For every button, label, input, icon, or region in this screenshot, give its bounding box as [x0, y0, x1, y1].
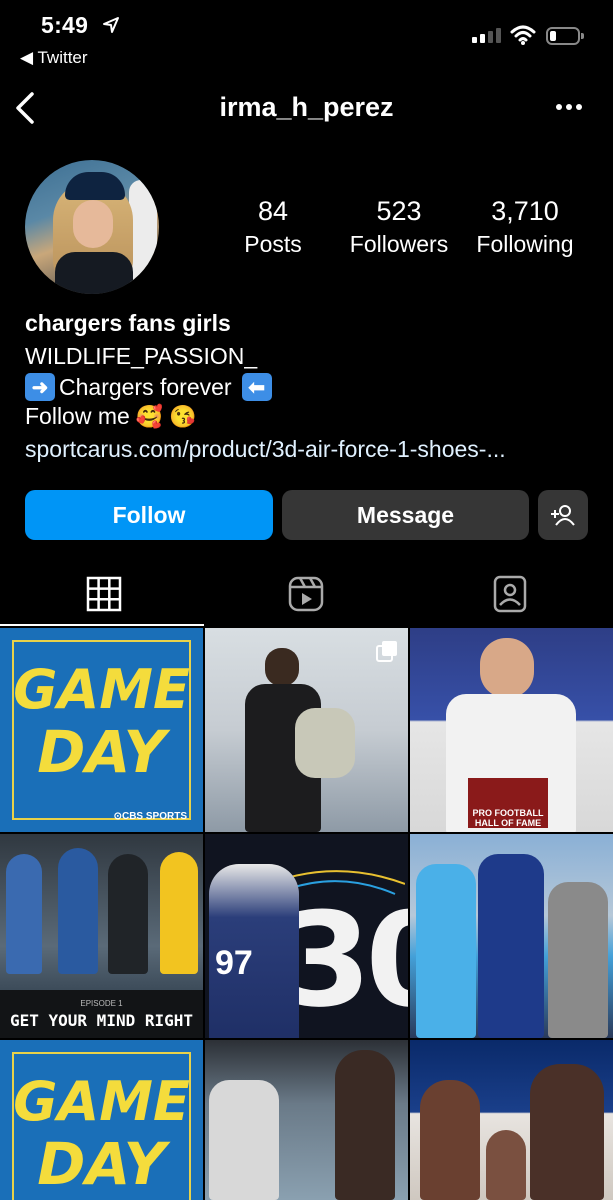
- left-arrow-emoji-icon: ⬅: [241, 373, 272, 401]
- tab-reels-icon[interactable]: [286, 574, 326, 614]
- tab-tagged-icon[interactable]: [490, 574, 530, 614]
- bio-line-2-text: Chargers forever: [59, 373, 232, 400]
- status-time: 5:49: [41, 12, 89, 38]
- game-text-2: GAME: [13, 1070, 190, 1133]
- grid-post-game-day[interactable]: GAME DAY ⊙CBS SPORTS: [0, 628, 203, 832]
- back-to-twitter[interactable]: ◀ Twitter: [20, 48, 88, 68]
- grid-post-get-your-mind-right[interactable]: EPISODE 1 GET YOUR MIND RIGHT: [0, 834, 203, 1038]
- location-arrow-icon: [103, 17, 119, 33]
- jersey-97-text: 97: [215, 944, 253, 982]
- grid-post-autographs[interactable]: [205, 1040, 408, 1200]
- add-person-icon: [551, 505, 575, 526]
- bio-line-1: WILDLIFE_PASSION_: [25, 343, 258, 369]
- bio-line-3: Follow me 🥰 😘: [25, 403, 197, 430]
- emoji-faces-icon: 🥰 😘: [135, 403, 197, 429]
- suggested-people-button[interactable]: [538, 490, 588, 540]
- following-count: 3,710: [491, 196, 559, 226]
- day-text-2: DAY: [37, 1130, 166, 1198]
- posts-label: Posts: [244, 231, 302, 257]
- profile-avatar[interactable]: [25, 160, 159, 294]
- grid-post-fans-mascot[interactable]: [410, 834, 613, 1038]
- hall-of-fame-logo: PRO FOOTBALL HALL OF FAME: [468, 778, 548, 828]
- battery-icon: [546, 27, 584, 45]
- follow-button[interactable]: Follow: [25, 490, 273, 540]
- right-arrow-emoji-icon: ➜: [25, 373, 55, 401]
- bio-line-3-text: Follow me: [25, 403, 130, 429]
- followers-label: Followers: [349, 231, 449, 257]
- grid-post-game-day-2[interactable]: GAME DAY: [0, 1040, 203, 1200]
- wifi-icon: [510, 25, 536, 45]
- posts-grid: GAME DAY ⊙CBS SPORTS PRO FOOTBALL HALL O…: [0, 628, 613, 1200]
- game-text: GAME: [13, 658, 190, 721]
- more-options-icon[interactable]: [556, 104, 582, 110]
- grid-post-player-walking[interactable]: [205, 628, 408, 832]
- grid-post-family[interactable]: [410, 1040, 613, 1200]
- following-label: Following: [476, 231, 574, 257]
- active-tab-indicator: [0, 624, 204, 626]
- bio-website-link[interactable]: sportcarus.com/product/3d-air-force-1-sh…: [25, 436, 506, 463]
- followers-count: 523: [376, 196, 422, 226]
- profile-username: irma_h_perez: [219, 92, 394, 122]
- message-button[interactable]: Message: [282, 490, 529, 540]
- stat-following[interactable]: 3,710 Following: [468, 196, 582, 258]
- posts-count: 84: [257, 196, 289, 226]
- episode-label: EPISODE 1: [80, 999, 123, 1008]
- number-30-text: 30: [281, 884, 408, 1036]
- get-your-mind-right-title: GET YOUR MIND RIGHT: [9, 1011, 194, 1030]
- grid-post-bosa-30[interactable]: 30 97: [205, 834, 408, 1038]
- day-text: DAY: [37, 718, 166, 786]
- grid-post-hall-of-fame[interactable]: PRO FOOTBALL HALL OF FAME: [410, 628, 613, 832]
- stat-posts[interactable]: 84 Posts: [235, 196, 311, 258]
- cellular-signal-icon: [472, 28, 501, 43]
- bio-display-name: chargers fans girls: [25, 310, 231, 336]
- carousel-icon: [376, 641, 397, 662]
- cbs-sports-logo: ⊙CBS SPORTS: [113, 811, 187, 822]
- stat-followers[interactable]: 523 Followers: [343, 196, 455, 258]
- tab-grid-icon[interactable]: [84, 574, 124, 614]
- bio-line-2: ➜ Chargers forever ⬅: [25, 373, 272, 401]
